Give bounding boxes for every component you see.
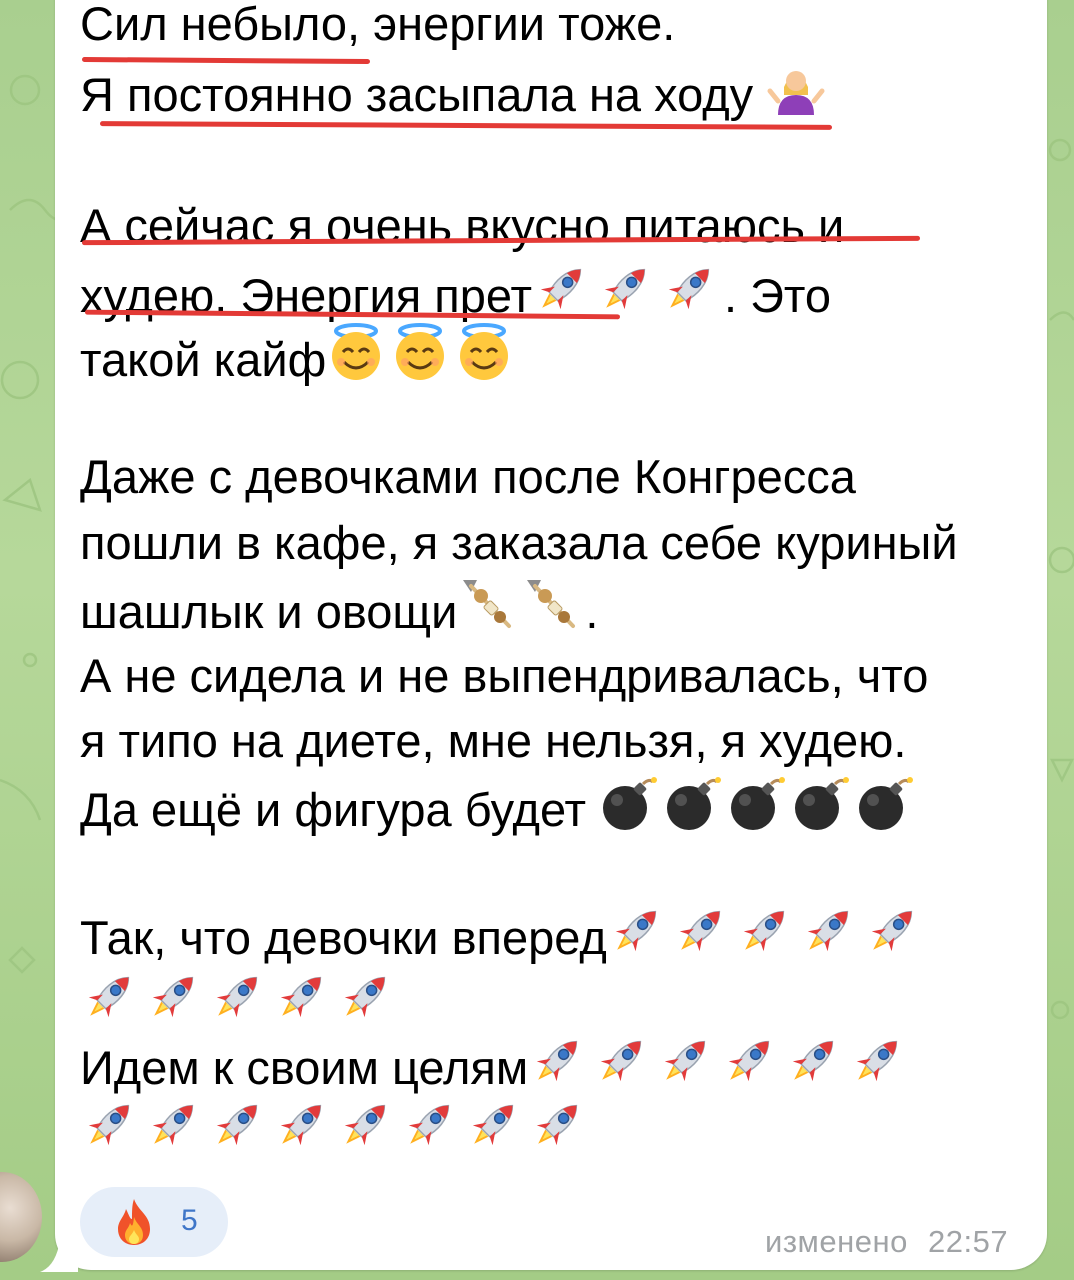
message-line: А сейчас я очень вкусно питаюсь и [80,199,845,252]
smiling-face-with-halo-icon [390,322,450,382]
bomb-icon [599,772,659,832]
message-line: Даже с девочками после Конгресса [80,450,856,503]
rocket-icon [596,258,656,318]
message-line: А не сидела и не выпендривалась, что [80,649,929,702]
message-line: Идем к своим целям [80,1030,912,1098]
reaction-fire-button[interactable] [80,1187,228,1257]
rocket-icon [720,1030,780,1090]
rocket-icon [208,1094,268,1154]
rocket-icon [528,1030,588,1090]
bubble-tail [40,1240,78,1272]
reaction-count: 5 [181,1204,198,1237]
rocket-icon [848,1030,908,1090]
message-line: я типо на диете, мне нельзя, я худею. [80,714,907,767]
rocket-icon [272,966,332,1026]
rocket-icon [735,900,795,960]
oden-skewer-icon [457,574,517,634]
rocket-icon [144,966,204,1026]
rocket-icon [784,1030,844,1090]
rocket-icon [528,1094,588,1154]
edited-label: изменено [765,1224,908,1259]
message-line: Я постоянно засыпала на ходу [80,57,830,125]
rocket-icon [863,900,923,960]
rocket-icon [656,1030,716,1090]
rocket-icon [464,1094,524,1154]
rocket-icon [592,1030,652,1090]
message-time: 22:57 [928,1224,1009,1259]
fire-icon [118,1199,150,1245]
message-line: пошли в кафе, я заказала себе куриный [80,516,958,569]
rocket-icon [671,900,731,960]
message-line: такой кайф [80,322,518,390]
oden-skewer-icon [521,574,581,634]
rocket-icon [660,258,720,318]
message-line: Так, что девочки вперед [80,900,927,968]
rocket-icon [607,900,667,960]
rocket-icon [80,966,140,1026]
rocket-icon [272,1094,332,1154]
rocket-icon [532,258,592,318]
rocket-icon [336,966,396,1026]
person-shrugging-icon [766,57,826,117]
smiling-face-with-halo-icon [326,322,386,382]
rocket-icon [208,966,268,1026]
message-line: Да ещё и фигура будет [80,772,919,840]
bomb-icon [791,772,851,832]
rocket-icon [336,1094,396,1154]
bomb-icon [727,772,787,832]
message-line: шашлык и овощи. [80,574,598,642]
rocket-icon [400,1094,460,1154]
rocket-icon [80,1094,140,1154]
smiling-face-with-halo-icon [454,322,514,382]
message-line [80,1094,592,1162]
bomb-icon [855,772,915,832]
message-line [80,966,400,1034]
rocket-icon [799,900,859,960]
rocket-icon [144,1094,204,1154]
bomb-icon [663,772,723,832]
message-line: Сил небыло, энергии тоже. [80,0,676,50]
